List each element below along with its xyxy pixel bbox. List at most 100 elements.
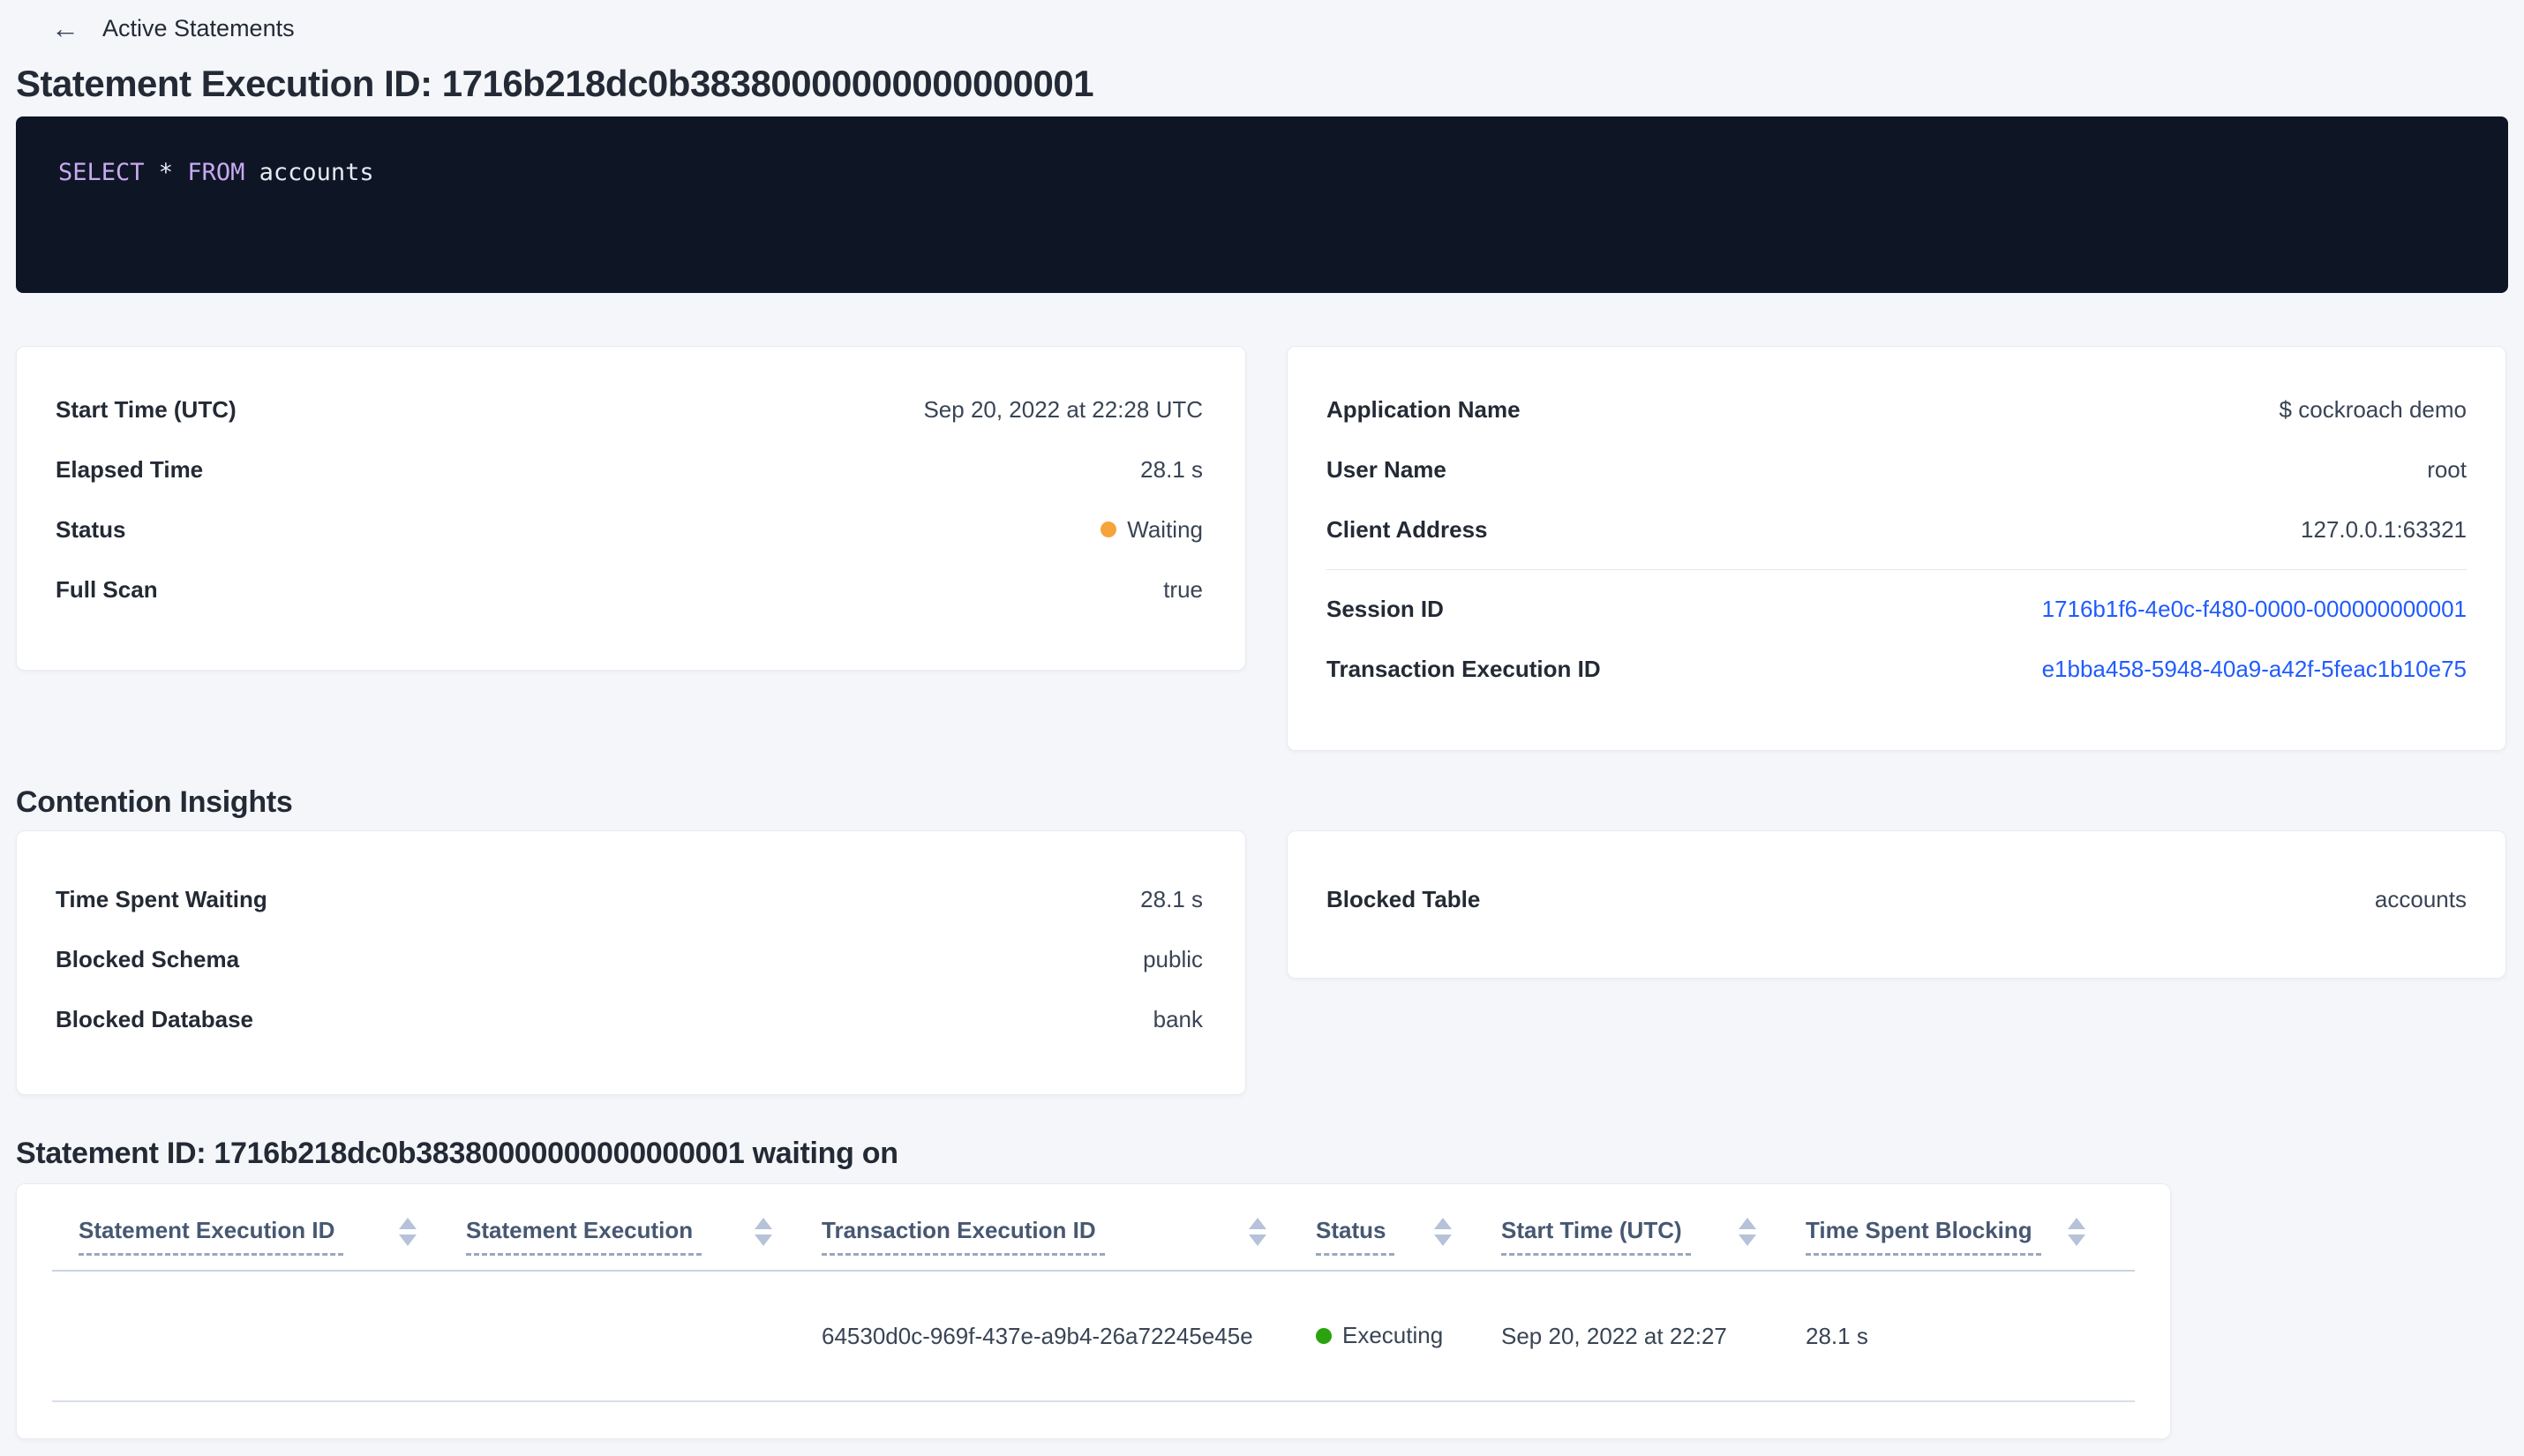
blocked-database-row: Blocked Database bank	[56, 989, 1203, 1049]
blocked-table-card: Blocked Table accounts	[1287, 830, 2506, 979]
status-value: Waiting	[1100, 516, 1203, 544]
sort-carets-icon	[1434, 1218, 1452, 1246]
sql-identifier: accounts	[244, 159, 374, 186]
cell-time-spent-blocking: 28.1 s	[1806, 1322, 1868, 1349]
column-header-label: Status	[1316, 1216, 1395, 1256]
transaction-execution-id-label: Transaction Execution ID	[1326, 655, 1601, 682]
sort-down-icon	[399, 1235, 417, 1246]
breadcrumb[interactable]: ← Active Statements	[16, 0, 2506, 44]
session-id-label: Session ID	[1326, 595, 1444, 622]
status-row: Status Waiting	[56, 499, 1203, 559]
sort-up-icon	[399, 1218, 417, 1229]
waiting-status-dot	[1100, 522, 1117, 537]
sql-star: *	[144, 159, 188, 186]
user-name-label: User Name	[1326, 455, 1446, 483]
sort-down-icon	[755, 1235, 772, 1246]
column-header-label: Time Spent Blocking	[1806, 1216, 2041, 1256]
client-address-label: Client Address	[1326, 515, 1488, 543]
session-id-link[interactable]: 1716b1f6-4e0c-f480-0000-000000000001	[2042, 596, 2467, 623]
column-header-label: Statement Execution ID	[79, 1216, 344, 1256]
statement-execution-page: ← Active Statements Statement Execution …	[0, 0, 2524, 1439]
user-name-value: root	[2427, 455, 2467, 483]
elapsed-time-value: 28.1 s	[1140, 455, 1203, 483]
contention-insights-heading: Contention Insights	[16, 785, 293, 819]
session-id-row: Session ID 1716b1f6-4e0c-f480-0000-00000…	[1326, 579, 2467, 639]
status-text: Waiting	[1127, 515, 1203, 543]
time-spent-waiting-value: 28.1 s	[1140, 885, 1203, 912]
full-scan-label: Full Scan	[56, 575, 158, 603]
blocked-schema-label: Blocked Schema	[56, 945, 240, 972]
column-header-label: Transaction Execution ID	[822, 1216, 1105, 1256]
transaction-execution-id-row: Transaction Execution ID e1bba458-5948-4…	[1326, 639, 2467, 699]
cell-status: Executing	[1316, 1322, 1501, 1350]
waiting-statements-table-card: Statement Execution ID Statement Executi…	[16, 1183, 2171, 1439]
cell-start-time: Sep 20, 2022 at 22:27	[1501, 1322, 1727, 1349]
full-scan-value: true	[1163, 575, 1203, 603]
back-arrow-icon: ←	[51, 12, 79, 44]
sort-down-icon	[1739, 1235, 1756, 1246]
blocked-schema-row: Blocked Schema public	[56, 929, 1203, 989]
sql-keyword-select: SELECT	[58, 159, 145, 186]
status-label: Status	[56, 515, 126, 543]
table-row: 64530d0c-969f-437e-a9b4-26a72245e45e Exe…	[17, 1272, 2170, 1400]
full-scan-row: Full Scan true	[56, 559, 1203, 619]
start-time-value: Sep 20, 2022 at 22:28 UTC	[923, 395, 1203, 423]
elapsed-time-row: Elapsed Time 28.1 s	[56, 439, 1203, 499]
sort-down-icon	[2068, 1235, 2085, 1246]
blocked-table-row: Blocked Table accounts	[1326, 869, 2467, 929]
executing-status-dot	[1316, 1327, 1332, 1344]
application-name-row: Application Name $ cockroach demo	[1326, 379, 2467, 439]
column-header-statement-execution-id[interactable]: Statement Execution ID	[79, 1216, 466, 1256]
cell-transaction-execution-id: 64530d0c-969f-437e-a9b4-26a72245e45e	[822, 1322, 1253, 1349]
sort-down-icon	[1434, 1235, 1452, 1246]
start-time-row: Start Time (UTC) Sep 20, 2022 at 22:28 U…	[56, 379, 1203, 439]
elapsed-time-label: Elapsed Time	[56, 455, 204, 483]
application-name-label: Application Name	[1326, 395, 1521, 423]
executing-status: Executing	[1316, 1322, 1443, 1349]
contention-details-card: Time Spent Waiting 28.1 s Blocked Schema…	[16, 830, 1246, 1095]
start-time-label: Start Time (UTC)	[56, 395, 237, 423]
sql-statement-box: SELECT * FROM accounts	[16, 116, 2508, 293]
sort-up-icon	[1434, 1218, 1452, 1229]
blocked-schema-value: public	[1143, 945, 1203, 972]
column-header-time-spent-blocking[interactable]: Time Spent Blocking	[1806, 1216, 2135, 1256]
time-spent-waiting-label: Time Spent Waiting	[56, 885, 267, 912]
column-header-statement-execution[interactable]: Statement Execution	[466, 1216, 822, 1256]
breadcrumb-label: Active Statements	[102, 15, 295, 41]
sort-up-icon	[2068, 1218, 2085, 1229]
table-row-divider	[52, 1400, 2135, 1402]
sort-up-icon	[755, 1218, 772, 1229]
client-address-value: 127.0.0.1:63321	[2301, 515, 2467, 543]
column-header-label: Statement Execution	[466, 1216, 702, 1256]
waiting-on-heading: Statement ID: 1716b218dc0b38380000000000…	[16, 1137, 898, 1170]
sort-carets-icon	[1249, 1218, 1266, 1246]
sort-up-icon	[1739, 1218, 1756, 1229]
session-details-card: Application Name $ cockroach demo User N…	[1287, 346, 2506, 751]
time-spent-waiting-row: Time Spent Waiting 28.1 s	[56, 869, 1203, 929]
page-title: Statement Execution ID: 1716b218dc0b3838…	[16, 63, 1094, 104]
user-name-row: User Name root	[1326, 439, 2467, 499]
transaction-execution-id-link[interactable]: e1bba458-5948-40a9-a42f-5feac1b10e75	[2042, 656, 2467, 683]
blocked-database-value: bank	[1153, 1005, 1203, 1032]
sort-carets-icon	[2068, 1218, 2085, 1246]
blocked-table-label: Blocked Table	[1326, 885, 1481, 912]
waiting-table-header: Statement Execution ID Statement Executi…	[17, 1184, 2170, 1256]
sort-down-icon	[1249, 1235, 1266, 1246]
executing-status-text: Executing	[1342, 1322, 1444, 1349]
blocked-database-label: Blocked Database	[56, 1005, 253, 1032]
contention-cards-row: Time Spent Waiting 28.1 s Blocked Schema…	[16, 830, 2506, 1095]
sort-carets-icon	[399, 1218, 417, 1246]
column-header-status[interactable]: Status	[1316, 1216, 1501, 1256]
column-header-transaction-execution-id[interactable]: Transaction Execution ID	[822, 1216, 1316, 1256]
blocked-table-value: accounts	[2374, 885, 2467, 912]
summary-cards-row: Start Time (UTC) Sep 20, 2022 at 22:28 U…	[16, 346, 2506, 751]
execution-details-card: Start Time (UTC) Sep 20, 2022 at 22:28 U…	[16, 346, 1246, 671]
sort-carets-icon	[755, 1218, 772, 1246]
column-header-start-time[interactable]: Start Time (UTC)	[1501, 1216, 1806, 1256]
column-header-label: Start Time (UTC)	[1501, 1216, 1691, 1256]
application-name-value: $ cockroach demo	[2279, 395, 2467, 423]
session-card-divider	[1326, 569, 2467, 570]
client-address-row: Client Address 127.0.0.1:63321	[1326, 499, 2467, 559]
sql-keyword-from: FROM	[187, 159, 245, 186]
sort-carets-icon	[1739, 1218, 1756, 1246]
